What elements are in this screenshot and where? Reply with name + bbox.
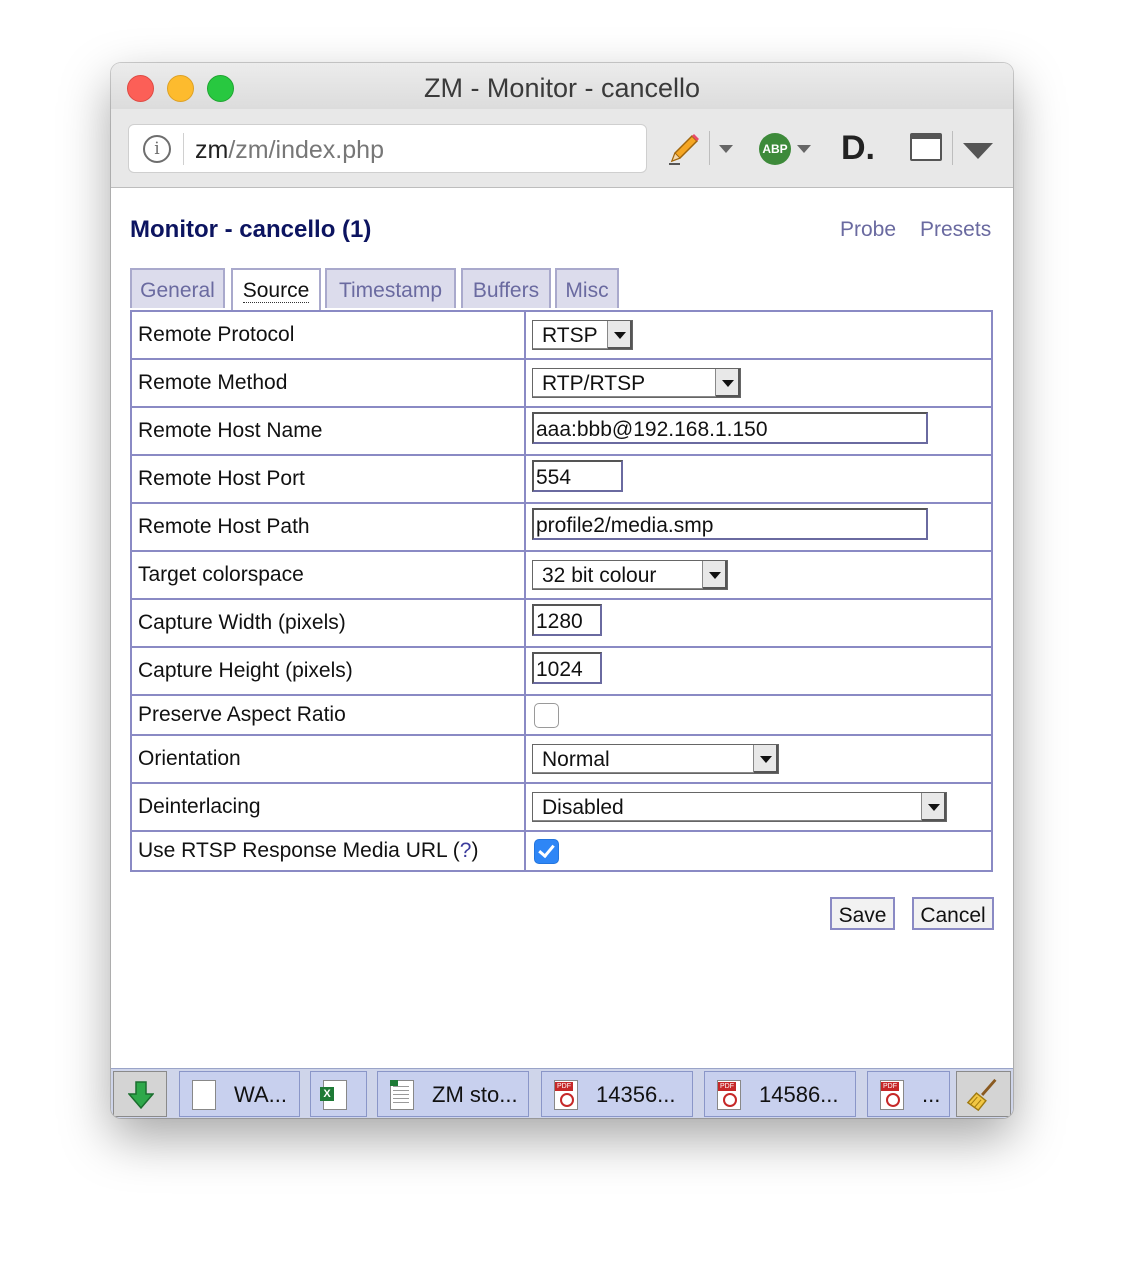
remote-protocol-label: Remote Protocol [130,310,526,360]
table-row: Remote Host Path profile2/media.smp [130,502,993,552]
remote-host-port-input[interactable]: 554 [532,460,623,492]
save-button[interactable]: Save [830,897,895,930]
probe-link[interactable]: Probe [840,218,896,242]
presets-link[interactable]: Presets [920,218,991,242]
chevron-down-icon [921,793,946,821]
adblock-icon[interactable]: ABP [759,133,791,165]
excel-file-icon [320,1080,347,1110]
download-item[interactable]: WA... [179,1071,300,1117]
capture-width-label: Capture Width (pixels) [130,598,526,648]
pencil-dropdown-icon[interactable] [719,145,733,153]
url-path: /zm/index.php [228,136,384,164]
download-item[interactable]: ZM sto... [377,1071,529,1117]
rtsp-media-url-label: Use RTSP Response Media URL (?) [130,830,526,872]
orientation-select[interactable]: Normal [532,744,779,774]
chevron-down-icon [607,321,632,349]
broom-icon [966,1078,997,1112]
tab-buffers[interactable]: Buffers [461,268,551,308]
window-title: ZM - Monitor - cancello [423,73,701,103]
cancel-button[interactable]: Cancel [912,897,994,930]
address-separator [183,133,184,165]
remote-host-name-input[interactable]: aaa:bbb@192.168.1.150 [532,412,928,444]
browser-toolbar: i zm/zm/index.php ABP D. [111,109,1013,188]
table-row: Remote Protocol RTSP [130,310,993,360]
url-host: zm [195,136,229,164]
remote-host-path-input[interactable]: profile2/media.smp [532,508,928,540]
rtsp-media-url-checkbox[interactable] [534,838,559,864]
browser-window: ZM - Monitor - cancello i zm/zm/index.ph… [111,63,1013,1118]
table-row: Remote Method RTP/RTSP [130,358,993,408]
tab-misc[interactable]: Misc [555,268,619,308]
preserve-aspect-checkbox[interactable] [534,702,559,728]
url-text[interactable]: zm/zm/index.php [195,125,384,172]
source-settings-table: Remote Protocol RTSP Remote Method RTP/R… [130,310,993,872]
download-item[interactable] [310,1071,367,1117]
table-row: Preserve Aspect Ratio [130,694,993,736]
chevron-down-icon [702,561,727,589]
toolbar-separator [952,131,953,165]
table-row: Remote Host Port 554 [130,454,993,504]
preserve-aspect-label: Preserve Aspect Ratio [130,694,526,736]
capture-width-input[interactable]: 1280 [532,604,602,636]
remote-host-name-label: Remote Host Name [130,406,526,456]
target-colorspace-label: Target colorspace [130,550,526,600]
remote-method-select[interactable]: RTP/RTSP [532,368,741,398]
tab-timestamp[interactable]: Timestamp [325,268,456,308]
pdf-file-icon [880,1080,904,1110]
target-colorspace-select[interactable]: 32 bit colour [532,560,728,590]
table-row: Target colorspace 32 bit colour [130,550,993,600]
page-content: Monitor - cancello (1) Probe Presets Gen… [111,188,1013,1068]
clear-downloads-button[interactable] [956,1071,1011,1117]
download-item[interactable]: 14356... [541,1071,693,1117]
tab-general[interactable]: General [130,268,225,308]
table-row: Use RTSP Response Media URL (?) [130,830,993,872]
remote-host-path-label: Remote Host Path [130,502,526,552]
capture-height-label: Capture Height (pixels) [130,646,526,696]
table-row: Deinterlacing Disabled [130,782,993,832]
spreadsheet-file-icon [390,1080,414,1110]
table-row: Capture Width (pixels) 1280 [130,598,993,648]
chevron-down-icon [715,369,740,397]
help-link[interactable]: ? [460,839,472,862]
pdf-file-icon [554,1080,578,1110]
remote-host-port-label: Remote Host Port [130,454,526,504]
chevron-down-icon [753,745,778,773]
menu-triangle-icon[interactable] [963,143,993,159]
download-item[interactable]: ... [867,1071,950,1117]
capture-height-input[interactable]: 1024 [532,652,602,684]
downloads-button[interactable] [113,1071,167,1117]
deinterlacing-select[interactable]: Disabled [532,792,947,822]
pdf-file-icon [717,1080,741,1110]
pencil-icon[interactable] [666,131,700,167]
deinterlacing-label: Deinterlacing [130,782,526,832]
tab-source[interactable]: Source [231,268,321,311]
toolbar-separator [709,131,710,165]
file-icon [192,1080,216,1110]
orientation-label: Orientation [130,734,526,784]
download-item[interactable]: 14586... [704,1071,856,1117]
download-taskbar: WA... ZM sto... 14356... 14586... ... [111,1068,1013,1118]
table-row: Orientation Normal [130,734,993,784]
page-title: Monitor - cancello (1) [130,216,372,243]
info-icon[interactable]: i [143,135,171,163]
table-row: Remote Host Name aaa:bbb@192.168.1.150 [130,406,993,456]
table-row: Capture Height (pixels) 1024 [130,646,993,696]
d-extension-icon[interactable]: D. [841,129,875,168]
remote-method-label: Remote Method [130,358,526,408]
adblock-dropdown-icon[interactable] [797,145,811,153]
title-bar: ZM - Monitor - cancello [111,63,1013,110]
window-icon[interactable] [910,133,942,161]
download-arrow-icon [128,1081,154,1110]
remote-protocol-select[interactable]: RTSP [532,320,633,350]
address-bar[interactable]: i zm/zm/index.php [128,124,647,173]
